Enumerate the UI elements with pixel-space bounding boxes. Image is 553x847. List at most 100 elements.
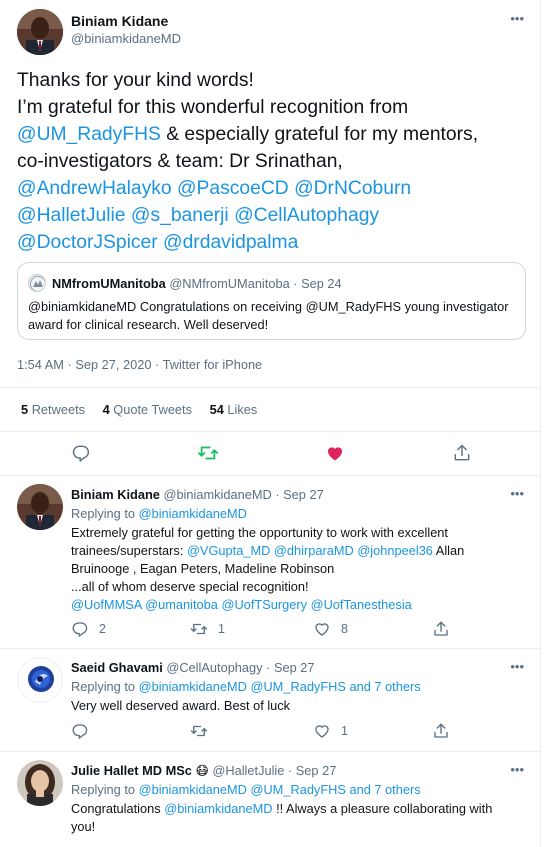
tweet-timestamp[interactable]: 1:54 AM · Sep 27, 2020 · Twitter for iPh… bbox=[17, 357, 262, 372]
mask-emoji: 😷 bbox=[195, 763, 209, 778]
text-segment: !! Always a pleasure collaborating with bbox=[272, 801, 493, 816]
reply-author-handle[interactable]: @biniamkidaneMD bbox=[163, 487, 271, 502]
reply-text: Very well deserved award. Best of luck bbox=[71, 697, 531, 715]
mention-link[interactable]: @UofTanesthesia bbox=[311, 597, 412, 612]
text-segment: & especially grateful for my mentors, bbox=[160, 124, 479, 145]
quote-text: @biniamkidaneMD Congratulations on recei… bbox=[28, 299, 509, 332]
retweet-icon bbox=[190, 623, 208, 635]
mention-link[interactable]: @CellAutophagy bbox=[234, 205, 379, 226]
reply-icon[interactable] bbox=[70, 442, 92, 464]
share-icon[interactable] bbox=[451, 442, 473, 464]
author-name[interactable]: Biniam Kidane bbox=[71, 13, 168, 29]
mention-link[interactable]: @johnpeel36 bbox=[357, 543, 433, 558]
mention-link[interactable]: @HalletJulie bbox=[17, 205, 126, 226]
text-line: @DoctorJSpicer @drdavidpalma bbox=[17, 229, 537, 256]
retweet-count: 1 bbox=[218, 622, 225, 636]
reply-header: Julie Hallet MD MSc 😷 @HalletJulie · Sep… bbox=[71, 763, 336, 779]
quote-author-name: NMfromUManitoba bbox=[52, 276, 166, 291]
mention-link[interactable]: @VGupta_MD bbox=[187, 543, 270, 558]
mention-link[interactable]: @DoctorJSpicer bbox=[17, 232, 158, 253]
heart-icon[interactable] bbox=[324, 442, 346, 464]
more-icon[interactable]: ••• bbox=[510, 11, 524, 26]
like-button[interactable]: 8 bbox=[313, 620, 348, 638]
tweet-stats: 5 Retweets 4 Quote Tweets 54 Likes bbox=[21, 402, 271, 417]
retweets-stat[interactable]: 5 Retweets bbox=[21, 402, 85, 417]
reply-author-handle[interactable]: @HalletJulie bbox=[212, 763, 284, 778]
likes-stat[interactable]: 54 Likes bbox=[210, 402, 258, 417]
like-button[interactable]: 1 bbox=[313, 722, 348, 740]
tweet-thread: Biniam Kidane @biniamkidaneMD ••• Thanks… bbox=[0, 0, 541, 847]
retweet-button[interactable] bbox=[190, 722, 208, 740]
text-line: co-investigators & team: Dr Srinathan, bbox=[17, 148, 537, 175]
mention-link[interactable]: @s_banerji bbox=[131, 205, 229, 226]
reply-author-name[interactable]: Biniam Kidane bbox=[71, 487, 160, 502]
text-segment: Bruinooge , Eagan Peters, Madeline Robin… bbox=[71, 561, 335, 576]
mention-link[interactable]: @drdavidpalma bbox=[163, 232, 298, 253]
text-line: you! bbox=[71, 818, 531, 836]
quoted-tweet[interactable]: NMfromUManitoba @NMfromUManitoba · Sep 2… bbox=[17, 262, 526, 340]
text-segment: trainees/superstars: bbox=[71, 543, 187, 558]
text-segment: Congratulations bbox=[71, 801, 165, 816]
mention-link[interactable]: @PascoeCD bbox=[177, 178, 289, 199]
reply-date[interactable]: · Sep 27 bbox=[275, 487, 323, 502]
mention-link[interactable]: @AndrewHalayko bbox=[17, 178, 172, 199]
text-line: I’m grateful for this wonderful recognit… bbox=[17, 94, 537, 121]
more-icon[interactable]: ••• bbox=[510, 486, 524, 501]
text-segment: you! bbox=[71, 819, 96, 834]
reply-author-handle[interactable]: @CellAutophagy bbox=[166, 660, 262, 675]
quote-date: · Sep 24 bbox=[293, 276, 342, 291]
more-icon[interactable]: ••• bbox=[510, 762, 524, 777]
like-count: 8 bbox=[341, 622, 348, 636]
text-segment: co-investigators & team: Dr Srinathan, bbox=[17, 151, 343, 172]
retweet-icon[interactable] bbox=[197, 442, 219, 464]
author-handle[interactable]: @biniamkidaneMD bbox=[71, 31, 181, 46]
text-line: @AndrewHalayko @PascoeCD @DrNCoburn bbox=[17, 175, 537, 202]
replying-to: Replying to @biniamkidaneMD @UM_RadyFHS … bbox=[71, 782, 421, 797]
replying-to: Replying to @biniamkidaneMD @UM_RadyFHS … bbox=[71, 679, 421, 694]
replying-to-link[interactable]: @biniamkidaneMD @UM_RadyFHS and 7 others bbox=[139, 679, 421, 694]
tweet-text: Thanks for your kind words! I’m grateful … bbox=[17, 67, 537, 256]
replying-to-link[interactable]: @biniamkidaneMD bbox=[139, 506, 247, 521]
reply-avatar[interactable] bbox=[17, 760, 63, 806]
text-segment: ...all of whom deserve special recogniti… bbox=[71, 579, 309, 594]
text-segment: Very well deserved award. Best of luck bbox=[71, 698, 291, 713]
more-icon[interactable]: ••• bbox=[510, 659, 524, 674]
divider bbox=[0, 387, 541, 388]
mention-link[interactable]: @UM_RadyFHS bbox=[17, 124, 161, 145]
text-line: trainees/superstars: @VGupta_MD @dhirpar… bbox=[71, 542, 531, 560]
reply-button[interactable]: 2 bbox=[71, 620, 106, 638]
text-line: Bruinooge , Eagan Peters, Madeline Robin… bbox=[71, 560, 531, 578]
reply-count: 2 bbox=[99, 622, 106, 636]
text-line: Thanks for your kind words! bbox=[17, 67, 537, 94]
mention-link[interactable]: @DrNCoburn bbox=[294, 178, 411, 199]
reply-icon bbox=[72, 724, 88, 739]
reply-header: Biniam Kidane @biniamkidaneMD · Sep 27 bbox=[71, 487, 324, 502]
share-button[interactable] bbox=[432, 620, 450, 638]
reply-author-name[interactable]: Saeid Ghavami bbox=[71, 660, 163, 675]
reply-date[interactable]: · Sep 27 bbox=[266, 660, 314, 675]
replying-to-link[interactable]: @biniamkidaneMD @UM_RadyFHS and 7 others bbox=[139, 782, 421, 797]
reply-author-name[interactable]: Julie Hallet MD MSc bbox=[71, 763, 192, 778]
mention-link[interactable]: @umanitoba bbox=[145, 597, 218, 612]
retweet-button[interactable]: 1 bbox=[190, 620, 225, 638]
reply-date[interactable]: · Sep 27 bbox=[288, 763, 336, 778]
reply-avatar[interactable] bbox=[17, 657, 63, 703]
replying-to: Replying to @biniamkidaneMD bbox=[71, 506, 247, 521]
heart-icon bbox=[315, 725, 329, 738]
reply-header: Saeid Ghavami @CellAutophagy · Sep 27 bbox=[71, 660, 315, 675]
author-avatar[interactable] bbox=[17, 9, 63, 55]
mention-link[interactable]: @biniamkidaneMD bbox=[164, 801, 272, 816]
divider bbox=[0, 431, 541, 432]
share-button[interactable] bbox=[432, 722, 450, 740]
like-count: 1 bbox=[341, 724, 348, 738]
divider bbox=[0, 475, 541, 476]
text-line: @HalletJulie @s_banerji @CellAutophagy bbox=[17, 202, 537, 229]
reply-icon bbox=[72, 622, 88, 637]
quote-tweets-stat[interactable]: 4 Quote Tweets bbox=[103, 402, 192, 417]
reply-avatar[interactable] bbox=[17, 484, 63, 530]
mention-link[interactable]: @UofTSurgery bbox=[221, 597, 307, 612]
reply-button[interactable] bbox=[71, 722, 89, 740]
mention-link[interactable]: @dhirparaMD bbox=[274, 543, 354, 558]
retweet-icon bbox=[190, 725, 208, 737]
mention-link[interactable]: @UofMMSA bbox=[71, 597, 142, 612]
